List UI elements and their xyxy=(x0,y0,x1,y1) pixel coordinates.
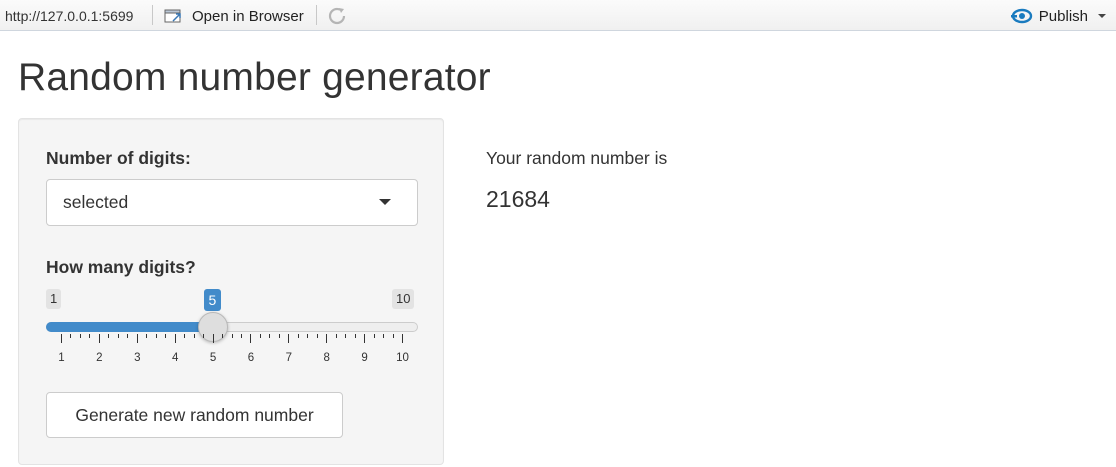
slider-minor-tick xyxy=(203,334,205,338)
slider-minor-tick xyxy=(354,334,356,338)
publish-label: Publish xyxy=(1038,7,1088,25)
slider-major-tick xyxy=(250,334,252,343)
slider-max-label: 10 xyxy=(392,289,415,309)
slider-minor-tick xyxy=(335,334,337,338)
slider-fill xyxy=(46,322,213,332)
slider-minor-tick xyxy=(155,334,157,338)
slider-minor-tick xyxy=(193,334,195,338)
slider-major-tick xyxy=(288,334,290,343)
generate-button[interactable]: Generate new random number xyxy=(46,392,343,438)
slider-tick-label: 2 xyxy=(96,352,103,364)
slider-tick-label: 3 xyxy=(134,352,141,364)
page-title: Random number generator xyxy=(18,56,491,99)
slider-major-tick xyxy=(402,334,403,343)
slider-minor-tick xyxy=(269,334,271,338)
slider-minor-tick xyxy=(79,334,81,338)
digits-slider-label: How many digits? xyxy=(46,257,196,277)
browser-window-icon xyxy=(164,9,181,23)
toolbar-divider xyxy=(152,5,153,25)
caret-down-icon xyxy=(379,199,391,205)
slider-tick-label: 5 xyxy=(209,352,217,364)
slider-tick-label: 9 xyxy=(361,352,368,364)
slider-minor-tick xyxy=(373,334,375,338)
slider-minor-tick xyxy=(127,334,129,338)
slider-tick-label: 8 xyxy=(323,352,330,364)
slider-minor-tick xyxy=(222,334,224,338)
slider-minor-tick xyxy=(70,334,72,338)
slider-major-tick xyxy=(212,334,214,343)
open-in-browser-label: Open in Browser xyxy=(192,7,304,25)
digits-select-label: Number of digits: xyxy=(46,148,191,168)
slider-minor-tick xyxy=(316,334,318,338)
slider-minor-tick xyxy=(146,334,148,338)
slider-minor-tick xyxy=(278,334,280,338)
slider-minor-tick xyxy=(108,334,110,338)
slider-minor-tick xyxy=(231,334,233,338)
viewer-toolbar: http://127.0.0.1:5699 Open in Browser Pu… xyxy=(0,0,1116,31)
slider-minor-tick xyxy=(165,334,167,338)
slider-tick-label: 7 xyxy=(285,352,293,364)
publish-button[interactable]: Publish xyxy=(1010,6,1106,26)
publish-icon xyxy=(1010,8,1032,24)
open-in-browser-button[interactable]: Open in Browser xyxy=(164,6,304,26)
slider-major-tick xyxy=(326,334,328,343)
slider-tick-label: 10 xyxy=(396,352,409,364)
slider-minor-tick xyxy=(345,334,347,338)
slider-minor-tick xyxy=(117,334,119,338)
digits-select[interactable]: selected xyxy=(46,179,418,226)
slider-tick-label: 1 xyxy=(58,352,65,364)
toolbar-divider xyxy=(316,5,317,25)
slider-min-label: 1 xyxy=(46,289,62,309)
slider-minor-tick xyxy=(383,334,385,338)
slider-major-tick xyxy=(98,334,100,343)
slider-tick-label: 6 xyxy=(247,352,255,364)
result-label: Your random number is xyxy=(486,148,668,168)
chevron-down-icon[interactable] xyxy=(1098,14,1106,18)
slider-major-tick xyxy=(136,334,138,343)
url-display: http://127.0.0.1:5699 xyxy=(5,8,134,24)
slider-tick-label: 4 xyxy=(171,352,179,364)
slider-minor-tick xyxy=(392,334,394,338)
slider-minor-tick xyxy=(297,334,299,338)
sidebar-panel: Number of digits: selected How many digi… xyxy=(18,118,444,465)
slider-minor-tick xyxy=(259,334,261,338)
slider-minor-tick xyxy=(240,334,242,338)
slider-minor-tick xyxy=(184,334,186,338)
result-value: 21684 xyxy=(486,186,550,212)
slider-minor-tick xyxy=(89,334,91,338)
refresh-icon[interactable] xyxy=(326,5,348,27)
slider-value-label: 5 xyxy=(203,289,222,311)
digits-select-value: selected xyxy=(63,192,129,212)
slider-major-tick xyxy=(364,334,366,343)
slider-minor-tick xyxy=(307,334,309,338)
slider-major-tick xyxy=(174,334,176,343)
slider-major-tick xyxy=(61,334,62,343)
